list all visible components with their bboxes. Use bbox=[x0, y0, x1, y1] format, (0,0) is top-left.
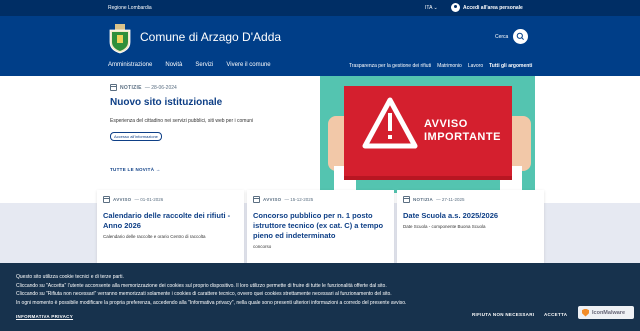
language-label: ITA bbox=[425, 5, 433, 11]
card-title[interactable]: Date Scuola a.s. 2025/2026 bbox=[403, 211, 538, 221]
cookie-line: Cliccando su "Rifiuta non necessari" ver… bbox=[16, 291, 392, 297]
nav-item-vivere-il-comune[interactable]: Vivere il comune bbox=[226, 62, 270, 68]
search-button[interactable] bbox=[513, 29, 528, 44]
top-bar: Regione Lombardia ITA ⌄ Accedi all'area … bbox=[0, 0, 640, 16]
nav-item-servizi[interactable]: Servizi bbox=[195, 62, 213, 68]
featured-description: Esperienza del cittadino nei servizi pub… bbox=[110, 118, 254, 124]
arrow-right-icon: → bbox=[155, 167, 161, 172]
news-card[interactable]: AVVISO — 01-01-2026 Calendario delle rac… bbox=[97, 190, 244, 263]
login-button[interactable]: Accedi all'area personale bbox=[451, 3, 523, 12]
card-description: Calendario delle raccolte e orario Centr… bbox=[103, 234, 206, 239]
nav-item-matrimonio[interactable]: Matrimonio bbox=[437, 63, 462, 69]
chevron-down-icon: ⌄ bbox=[433, 5, 438, 11]
user-icon bbox=[451, 3, 460, 12]
secondary-nav: Trasparenza per la gestione dei rifiuti … bbox=[349, 63, 532, 69]
region-link[interactable]: Regione Lombardia bbox=[108, 5, 152, 11]
featured-meta: NOTIZIE — 28-06-2024 bbox=[110, 84, 300, 91]
municipal-crest-icon[interactable] bbox=[108, 24, 132, 54]
calendar-icon bbox=[110, 84, 117, 91]
nav-item-trasparenza-rifiuti[interactable]: Trasparenza per la gestione dei rifiuti bbox=[349, 63, 431, 69]
hero-image: AVVISO IMPORTANTE bbox=[320, 76, 535, 193]
featured-title[interactable]: Nuovo sito istituzionale bbox=[110, 97, 300, 108]
language-select[interactable]: ITA ⌄ bbox=[425, 5, 438, 11]
cookie-line: Questo sito utilizza cookie tecnici e di… bbox=[16, 274, 124, 280]
reject-cookies-button[interactable]: RIFIUTA NON NECESSARI bbox=[472, 312, 534, 317]
all-news-link[interactable]: TUTTE LE NOVITÀ → bbox=[110, 167, 161, 172]
cookie-line: In ogni momento è possibile modificare l… bbox=[16, 299, 407, 306]
search-label: Cerca bbox=[495, 34, 509, 40]
site-header: Comune di Arzago D'Adda Cerca Amministra… bbox=[0, 16, 640, 76]
nav-item-novita[interactable]: Novità bbox=[165, 62, 182, 68]
login-label: Accedi all'area personale bbox=[463, 4, 523, 11]
hero-sign-line1: AVVISO bbox=[424, 118, 468, 130]
card-meta: NOTIZIA — 27-11-2025 bbox=[403, 196, 538, 203]
card-title[interactable]: Calendario delle raccolte dei rifiuti - … bbox=[103, 211, 238, 231]
card-date: — 15-12-2025 bbox=[284, 197, 314, 202]
card-meta: AVVISO — 15-12-2025 bbox=[253, 196, 388, 203]
card-date: — 27-11-2025 bbox=[436, 197, 465, 202]
cookie-text: Questo sito utilizza cookie tecnici e di… bbox=[16, 273, 406, 307]
main-nav: Amministrazione Novità Servizi Vivere il… bbox=[108, 62, 271, 68]
card-description: Date Scuola - componente Buona Scuola bbox=[403, 224, 486, 229]
featured-category: NOTIZIE bbox=[120, 84, 142, 91]
featured-date: — 28-06-2024 bbox=[144, 84, 177, 91]
shield-icon bbox=[582, 308, 589, 317]
card-description: concorso bbox=[253, 244, 272, 249]
news-card[interactable]: AVVISO — 15-12-2025 Concorso pubblico pe… bbox=[247, 190, 394, 263]
featured-tag[interactable]: Accesso all'informazione bbox=[110, 132, 162, 141]
security-badge[interactable]: IconMalware bbox=[578, 306, 634, 319]
calendar-icon bbox=[403, 196, 410, 203]
search-icon bbox=[516, 32, 524, 40]
card-meta: AVVISO — 01-01-2026 bbox=[103, 196, 238, 203]
security-badge-label: IconMalware bbox=[592, 309, 626, 316]
accept-cookies-button[interactable]: ACCETTA bbox=[544, 312, 567, 317]
nav-item-lavoro[interactable]: Lavoro bbox=[468, 63, 483, 69]
site-title[interactable]: Comune di Arzago D'Adda bbox=[140, 30, 281, 44]
hero-sign-line2: IMPORTANTE bbox=[424, 131, 501, 143]
calendar-icon bbox=[253, 196, 260, 203]
card-title[interactable]: Concorso pubblico per n. 1 posto istrutt… bbox=[253, 211, 388, 241]
card-category: AVVISO bbox=[263, 197, 282, 202]
card-category: AVVISO bbox=[113, 197, 132, 202]
card-date: — 01-01-2026 bbox=[134, 197, 164, 202]
news-card[interactable]: NOTIZIA — 27-11-2025 Date Scuola a.s. 20… bbox=[397, 190, 544, 263]
all-news-label: TUTTE LE NOVITÀ bbox=[110, 167, 155, 172]
nav-item-tutti-gli-argomenti[interactable]: Tutti gli argomenti bbox=[489, 63, 532, 69]
cookie-line: Cliccando su "Accetta" l'utente acconsen… bbox=[16, 282, 387, 289]
calendar-icon bbox=[103, 196, 110, 203]
privacy-policy-link[interactable]: INFORMATIVA PRIVACY bbox=[16, 314, 73, 319]
card-category: NOTIZIA bbox=[413, 197, 434, 202]
nav-item-amministrazione[interactable]: Amministrazione bbox=[108, 62, 152, 68]
featured-news: NOTIZIE — 28-06-2024 Nuovo sito istituzi… bbox=[110, 84, 300, 143]
cookie-banner: Questo sito utilizza cookie tecnici e di… bbox=[0, 263, 640, 331]
